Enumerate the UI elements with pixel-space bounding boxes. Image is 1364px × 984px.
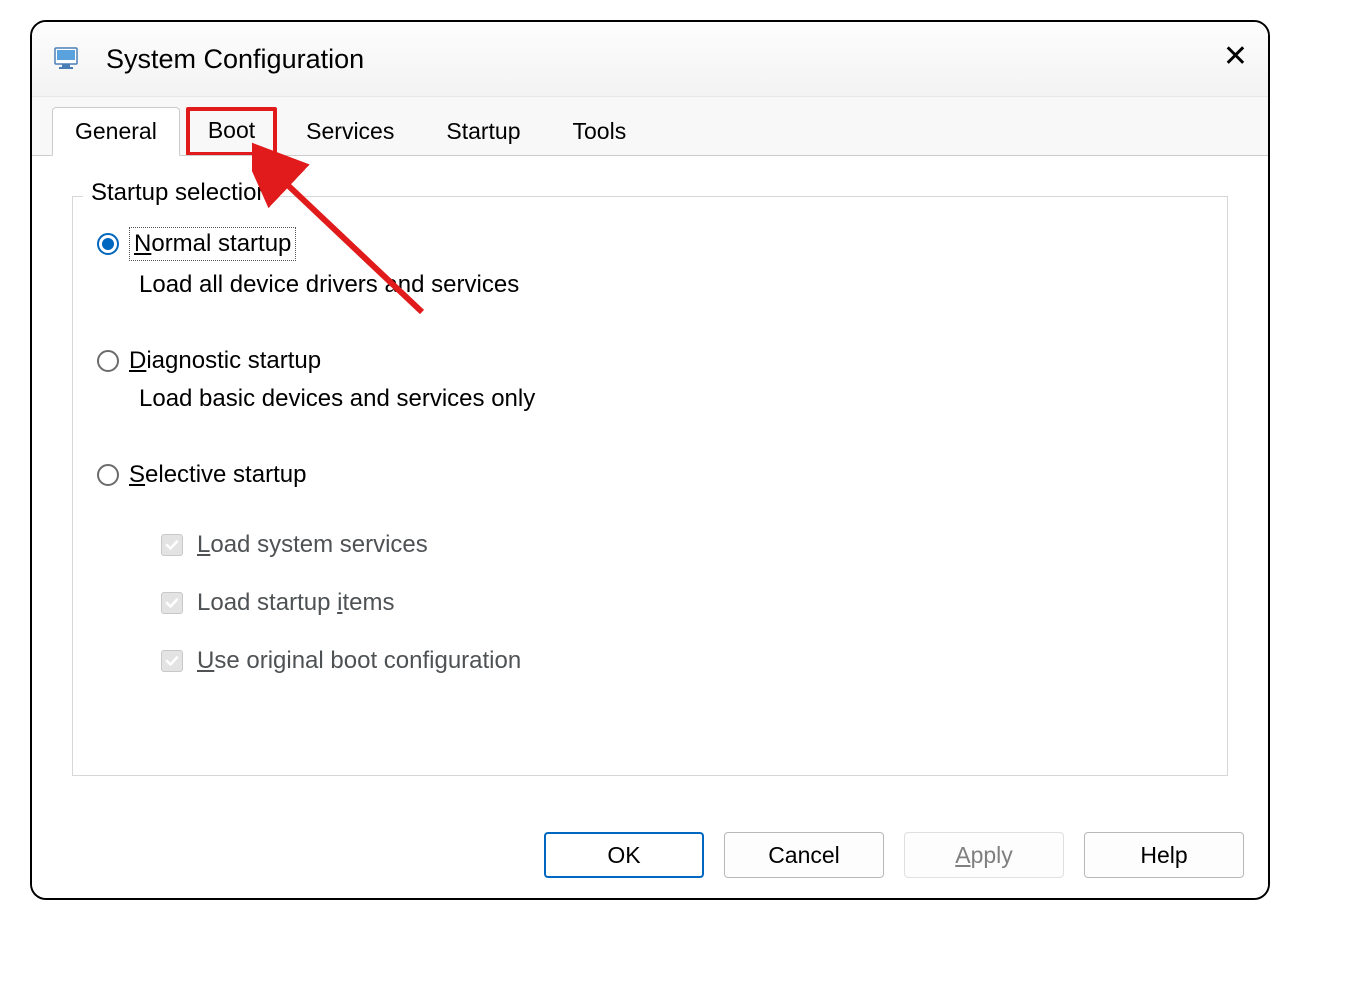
checkmark-icon xyxy=(161,650,183,672)
startup-selection-fieldset: Startup selection Normal startup Load al… xyxy=(72,196,1228,776)
radio-description: Load basic devices and services only xyxy=(139,385,1207,413)
content-panel: Startup selection Normal startup Load al… xyxy=(32,155,1268,898)
selective-checkboxes: Load system services Load startup items … xyxy=(161,531,1207,675)
radio-normal-startup[interactable]: Normal startup Load all device drivers a… xyxy=(97,227,1207,299)
checkbox-load-startup-items[interactable]: Load startup items xyxy=(161,589,1207,617)
help-button[interactable]: Help xyxy=(1084,832,1244,878)
checkmark-icon xyxy=(161,534,183,556)
tab-tools[interactable]: Tools xyxy=(550,107,650,156)
window-title: System Configuration xyxy=(106,44,364,75)
tab-startup[interactable]: Startup xyxy=(423,107,543,156)
radio-diagnostic-startup[interactable]: Diagnostic startup Load basic devices an… xyxy=(97,347,1207,413)
checkbox-use-original-boot[interactable]: Use original boot configuration xyxy=(161,647,1207,675)
msconfig-icon xyxy=(52,43,84,75)
checkmark-icon xyxy=(161,592,183,614)
radio-icon xyxy=(97,464,119,486)
dialog-buttons: OK Cancel Apply Help xyxy=(544,832,1244,878)
radio-icon xyxy=(97,350,119,372)
checkbox-load-system-services[interactable]: Load system services xyxy=(161,531,1207,559)
radio-label: Selective startup xyxy=(129,461,306,489)
radio-label: Normal startup xyxy=(129,227,296,261)
radio-description: Load all device drivers and services xyxy=(139,271,1207,299)
radio-selective-startup[interactable]: Selective startup Load system services L… xyxy=(97,461,1207,675)
titlebar: System Configuration ✕ xyxy=(32,22,1268,97)
tab-strip: General Boot Services Startup Tools xyxy=(32,97,1268,156)
close-icon[interactable]: ✕ xyxy=(1223,42,1248,72)
tab-services[interactable]: Services xyxy=(283,107,417,156)
apply-button[interactable]: Apply xyxy=(904,832,1064,878)
ok-button[interactable]: OK xyxy=(544,832,704,878)
cancel-button[interactable]: Cancel xyxy=(724,832,884,878)
radio-icon xyxy=(97,233,119,255)
radio-label: Diagnostic startup xyxy=(129,347,321,375)
tab-boot[interactable]: Boot xyxy=(186,107,277,156)
system-configuration-window: System Configuration ✕ General Boot Serv… xyxy=(30,20,1270,900)
tab-general[interactable]: General xyxy=(52,107,180,156)
checkbox-label: Load startup items xyxy=(197,589,394,617)
radio-group: Normal startup Load all device drivers a… xyxy=(97,227,1207,675)
fieldset-legend: Startup selection xyxy=(83,179,278,207)
checkbox-label: Load system services xyxy=(197,531,428,559)
checkbox-label: Use original boot configuration xyxy=(197,647,521,675)
